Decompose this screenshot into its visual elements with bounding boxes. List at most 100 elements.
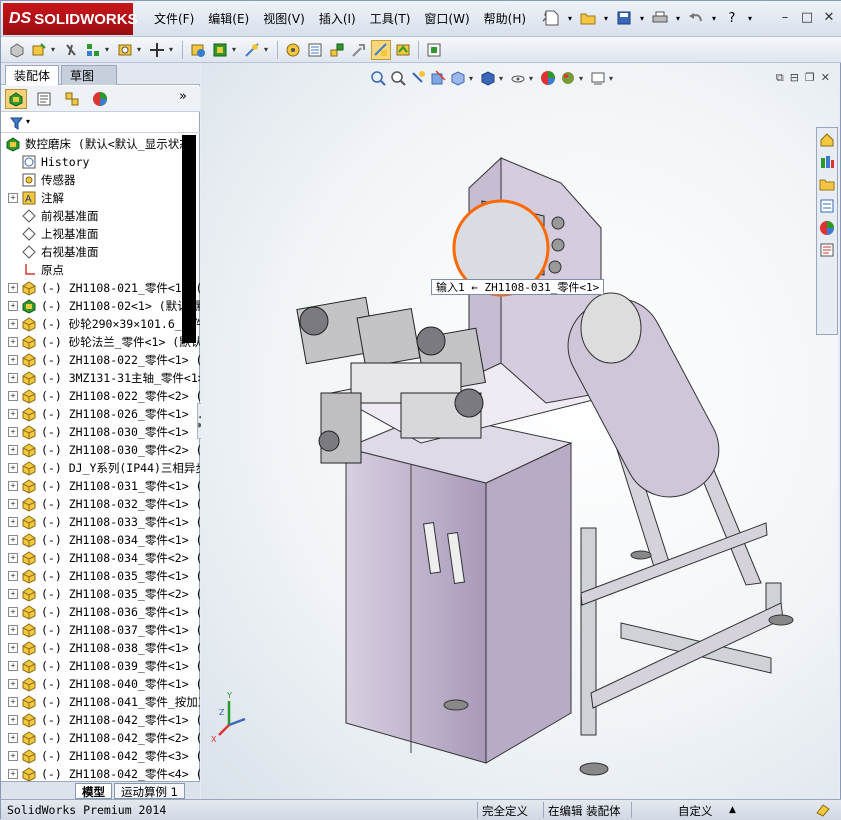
undo-icon[interactable] — [685, 8, 707, 28]
feature-manager-tree-icon[interactable] — [5, 89, 27, 109]
reference-geometry-icon[interactable] — [242, 40, 262, 60]
expand-toggle-icon[interactable]: + — [8, 193, 18, 203]
tree-item[interactable]: + (-) ZH1108-042_零件<1> (默 — [1, 711, 200, 729]
menu-tools[interactable]: 工具(T) — [363, 10, 418, 27]
help-icon[interactable]: ? — [721, 8, 743, 28]
assembly-features-icon[interactable] — [210, 40, 230, 60]
custom-properties-icon[interactable] — [818, 240, 836, 260]
solidworks-logo[interactable]: DS SOLIDWORKS — [3, 3, 138, 35]
assembly-model[interactable] — [201, 63, 838, 799]
take-snapshot-icon[interactable] — [424, 40, 444, 60]
expand-toggle-icon[interactable]: + — [8, 535, 18, 545]
expand-toggle-icon[interactable]: + — [8, 355, 18, 365]
tree-item[interactable]: + (-) DJ_Y系列(IP44)三相异步 — [1, 459, 200, 477]
chevron-down-icon[interactable]: ▾ — [105, 45, 113, 54]
bill-of-materials-icon[interactable] — [305, 40, 325, 60]
menu-help[interactable]: 帮助(H) — [477, 10, 533, 27]
tree-item[interactable]: + (-) ZH1108-039_零件<1> (默 — [1, 657, 200, 675]
graphics-viewport[interactable]: ▾ ▾ ▾ ▾ ▾ ⧉ ⊟ ❐ ✕ 输入1 ← ZH1108-031_零件<1>… — [201, 63, 838, 799]
expand-toggle-icon[interactable]: + — [8, 571, 18, 581]
chevron-down-icon[interactable]: ▾ — [710, 8, 718, 28]
expand-toggle-icon[interactable]: + — [8, 283, 18, 293]
tree-item[interactable]: + (-) ZH1108-030_零件<1> (默 — [1, 423, 200, 441]
expand-toggle-icon[interactable]: + — [8, 589, 18, 599]
show-hidden-components-icon[interactable] — [188, 40, 208, 60]
solidworks-resources-icon[interactable] — [818, 130, 836, 150]
expand-toggle-icon[interactable]: + — [8, 769, 18, 779]
expand-toggle-icon[interactable]: + — [8, 373, 18, 383]
chevron-down-icon[interactable]: ▾ — [137, 45, 145, 54]
expand-toggle-icon[interactable]: + — [8, 625, 18, 635]
file-explorer-icon[interactable] — [818, 174, 836, 194]
expand-toggle-icon[interactable]: + — [8, 643, 18, 653]
expand-toggle-icon[interactable]: + — [8, 661, 18, 671]
tree-item[interactable]: + (-) ZH1108-035_零件<2> (默 — [1, 585, 200, 603]
tree-item[interactable]: + (-) 砂轮290×39×101.6_零件 — [1, 315, 200, 333]
tree-item[interactable]: + (-) ZH1108-034_零件<2> (默 — [1, 549, 200, 567]
view-palette-icon[interactable] — [818, 196, 836, 216]
tree-item[interactable]: + (-) ZH1108-031_零件<1> (默 — [1, 477, 200, 495]
expand-toggle-icon[interactable]: + — [8, 481, 18, 491]
linear-pattern-icon[interactable] — [83, 40, 103, 60]
menu-window[interactable]: 窗口(W) — [417, 10, 476, 27]
design-library-icon[interactable] — [818, 152, 836, 172]
minimize-button[interactable]: – — [776, 8, 794, 26]
expand-toggle-icon[interactable]: + — [8, 445, 18, 455]
expand-toggle-icon[interactable]: + — [8, 733, 18, 743]
tree-item[interactable]: + (-) ZH1108-022_零件<2> (默 — [1, 387, 200, 405]
chevron-down-icon[interactable]: ▾ — [264, 45, 272, 54]
expand-toggle-icon[interactable]: + — [8, 337, 18, 347]
tree-item[interactable]: + (-) 砂轮法兰_零件<1> (默认 — [1, 333, 200, 351]
tree-item[interactable]: 前视基准面 — [1, 207, 200, 225]
maximize-button[interactable]: □ — [798, 8, 816, 26]
tree-item[interactable]: + (-) ZH1108-026_零件<1> (默 — [1, 405, 200, 423]
expand-toggle-icon[interactable]: + — [8, 697, 18, 707]
expand-toggle-icon[interactable]: + — [8, 409, 18, 419]
tree-item[interactable]: 上视基准面 — [1, 225, 200, 243]
tree-item[interactable]: 传感器 — [1, 171, 200, 189]
explode-line-sketch-icon[interactable] — [349, 40, 369, 60]
chevron-down-icon[interactable]: ▾ — [638, 8, 646, 28]
tab-assembly[interactable]: 装配体 — [5, 65, 60, 85]
smart-fasteners-icon[interactable] — [115, 40, 135, 60]
tree-item[interactable]: + (-) ZH1108-022_零件<1> (默 — [1, 351, 200, 369]
tree-item[interactable]: 右视基准面 — [1, 243, 200, 261]
open-folder-icon[interactable] — [577, 8, 599, 28]
tree-scrollbar[interactable] — [182, 135, 196, 343]
close-button[interactable]: ✕ — [820, 8, 838, 26]
display-manager-icon[interactable] — [89, 89, 111, 109]
tree-item[interactable]: + (-) 3MZ131-31主轴_零件<1> — [1, 369, 200, 387]
tree-item[interactable]: + (-) ZH1108-042_零件<3> (默 — [1, 747, 200, 765]
menu-view[interactable]: 视图(V) — [256, 10, 312, 27]
exploded-view-icon[interactable] — [327, 40, 347, 60]
tree-item[interactable]: + (-) ZH1108-038_零件<1> (默 — [1, 639, 200, 657]
expand-toggle-icon[interactable]: + — [8, 679, 18, 689]
tree-item[interactable]: + (-) ZH1108-036_零件<1> (默 — [1, 603, 200, 621]
tree-filter[interactable]: ▾ — [1, 115, 200, 133]
chevron-down-icon[interactable]: ▾ — [51, 45, 59, 54]
tab-motion-study[interactable]: 运动算例 1 — [114, 782, 185, 799]
move-component-icon[interactable] — [147, 40, 167, 60]
expand-toggle-icon[interactable]: + — [8, 391, 18, 401]
tree-item[interactable]: + (-) ZH1108-035_零件<1> (默 — [1, 567, 200, 585]
tree-item[interactable]: + (-) ZH1108-030_零件<2> (默 — [1, 441, 200, 459]
tree-item[interactable]: + (-) ZH1108-042_零件<2> (默 — [1, 729, 200, 747]
expand-toggle-icon[interactable]: + — [8, 499, 18, 509]
expand-toggle-icon[interactable]: + — [8, 517, 18, 527]
expand-toggle-icon[interactable]: + — [8, 751, 18, 761]
mate-icon[interactable] — [61, 40, 81, 60]
tree-item[interactable]: 原点 — [1, 261, 200, 279]
tree-item[interactable]: + (-) ZH1108-02<1> (默认<默认 — [1, 297, 200, 315]
chevron-down-icon[interactable]: ▾ — [26, 117, 30, 126]
filter-icon[interactable] — [10, 117, 26, 131]
configuration-manager-icon[interactable] — [61, 89, 83, 109]
tab-model[interactable]: 模型 — [75, 782, 112, 799]
chevron-down-icon[interactable]: ▾ — [674, 8, 682, 28]
expand-toggle-icon[interactable]: + — [8, 607, 18, 617]
expand-toggle-icon[interactable]: + — [8, 463, 18, 473]
print-icon[interactable] — [649, 8, 671, 28]
chevron-down-icon[interactable]: ▾ — [232, 45, 240, 54]
speedpak-icon[interactable] — [393, 40, 413, 60]
expand-panel-button[interactable]: » — [179, 89, 187, 104]
property-manager-icon[interactable] — [33, 89, 55, 109]
